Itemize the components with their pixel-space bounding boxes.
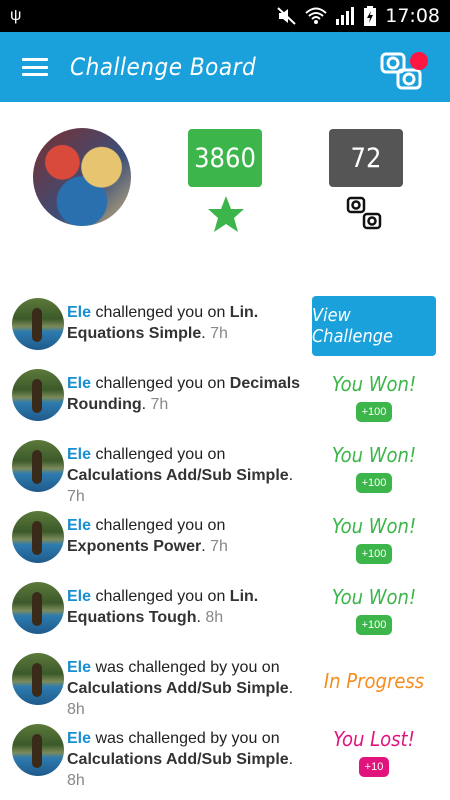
challenge-text: Ele challenged you on Lin. Equations Tou… xyxy=(67,588,259,626)
challenge-list: Ele challenged you on Lin. Equations Sim… xyxy=(0,290,450,789)
opponent-avatar xyxy=(12,369,64,421)
challenge-row[interactable]: Ele challenged you on Calculations Add/S… xyxy=(0,432,450,505)
star-icon xyxy=(208,196,244,232)
challenge-notifications-button[interactable] xyxy=(376,42,436,96)
challenge-text: Ele challenged you on Decimals Rounding.… xyxy=(67,375,301,413)
opponent-avatar xyxy=(12,653,64,705)
challenge-row[interactable]: Ele was challenged by you on Calculation… xyxy=(0,645,450,718)
mute-icon xyxy=(277,7,296,25)
app-bar: Challenge Board xyxy=(0,32,450,102)
opponent-avatar xyxy=(12,582,64,634)
challenge-row[interactable]: Ele challenged you on Decimals Rounding.… xyxy=(0,361,450,432)
result-label: You Lost! xyxy=(333,726,415,751)
challenge-clash-icon xyxy=(380,52,422,90)
opponent-avatar xyxy=(12,298,64,350)
challenge-row[interactable]: Ele challenged you on Lin. Equations Tou… xyxy=(0,574,450,645)
hamburger-icon[interactable] xyxy=(22,58,48,76)
challenge-clash-icon xyxy=(346,196,382,230)
result-label: You Won! xyxy=(331,584,417,609)
opponent-avatar xyxy=(12,511,64,563)
reward-badge: +10 xyxy=(358,756,390,777)
profile-summary: 3860 72 xyxy=(0,102,450,262)
challenges-count-badge: 72 xyxy=(329,129,403,187)
user-avatar[interactable] xyxy=(33,128,131,226)
notification-badge xyxy=(410,52,428,70)
clock: 17:08 xyxy=(385,5,440,27)
challenge-row[interactable]: Ele was challenged by you on Calculation… xyxy=(0,716,450,789)
page-title: Challenge Board xyxy=(70,53,257,81)
usb-icon: ψ xyxy=(10,7,22,24)
challenge-row[interactable]: Ele challenged you on Exponents Power. 7… xyxy=(0,503,450,574)
opponent-avatar xyxy=(12,724,64,776)
challenge-text: Ele challenged you on Calculations Add/S… xyxy=(67,446,294,505)
challenge-text: Ele challenged you on Lin. Equations Sim… xyxy=(67,304,259,342)
battery-icon xyxy=(364,6,377,26)
opponent-avatar xyxy=(12,440,64,492)
challenge-text: Ele was challenged by you on Calculation… xyxy=(67,659,294,718)
view-challenge-button[interactable]: View Challenge xyxy=(312,295,436,356)
challenge-text: Ele was challenged by you on Calculation… xyxy=(67,730,294,789)
result-label: You Won! xyxy=(331,513,417,538)
status-bar: ψ 17:08 xyxy=(0,0,450,32)
result-label: You Won! xyxy=(331,442,417,467)
challenge-row[interactable]: Ele challenged you on Lin. Equations Sim… xyxy=(0,290,450,361)
score-badge: 3860 xyxy=(188,129,262,187)
result-label: In Progress xyxy=(323,668,425,693)
reward-badge: +100 xyxy=(355,543,393,564)
signal-icon xyxy=(336,7,355,25)
wifi-icon xyxy=(305,7,327,24)
reward-badge: +100 xyxy=(355,401,393,422)
reward-badge: +100 xyxy=(355,472,393,493)
result-label: You Won! xyxy=(331,371,417,396)
challenge-text: Ele challenged you on Exponents Power. 7… xyxy=(67,517,228,555)
reward-badge: +100 xyxy=(355,614,393,635)
